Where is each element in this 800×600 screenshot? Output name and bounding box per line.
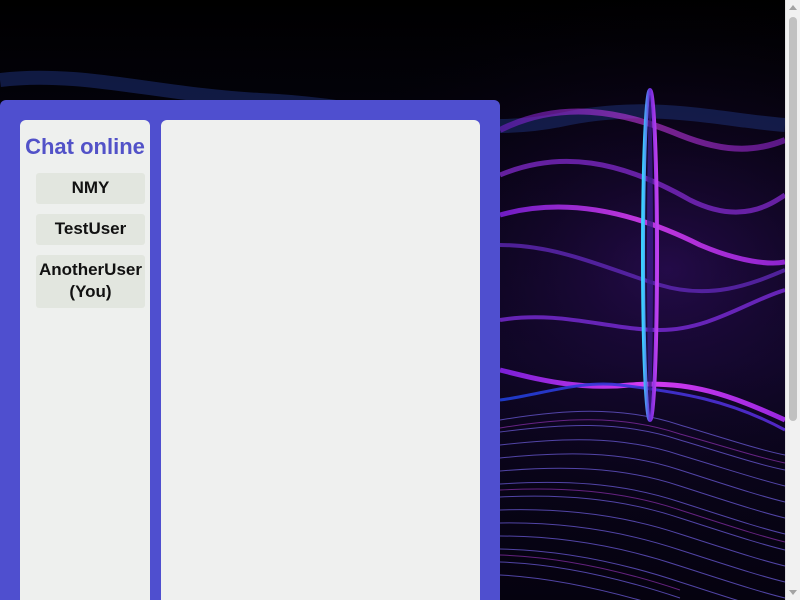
user-list: NMY TestUser AnotherUser (You) <box>20 173 150 308</box>
user-item-anotheruser-you[interactable]: AnotherUser (You) <box>36 255 145 308</box>
user-item-nmy[interactable]: NMY <box>36 173 145 204</box>
scroll-down-arrow-icon[interactable] <box>789 590 797 595</box>
chat-window: Chat online NMY TestUser AnotherUser (Yo… <box>0 100 500 600</box>
scrollbar-thumb[interactable] <box>789 17 797 421</box>
user-item-testuser[interactable]: TestUser <box>36 214 145 245</box>
page-scrollbar[interactable] <box>785 0 800 600</box>
online-users-sidebar: Chat online NMY TestUser AnotherUser (Yo… <box>20 120 150 600</box>
message-panel[interactable] <box>161 120 480 600</box>
scroll-up-arrow-icon[interactable] <box>789 5 797 10</box>
sidebar-title: Chat online <box>25 134 145 159</box>
